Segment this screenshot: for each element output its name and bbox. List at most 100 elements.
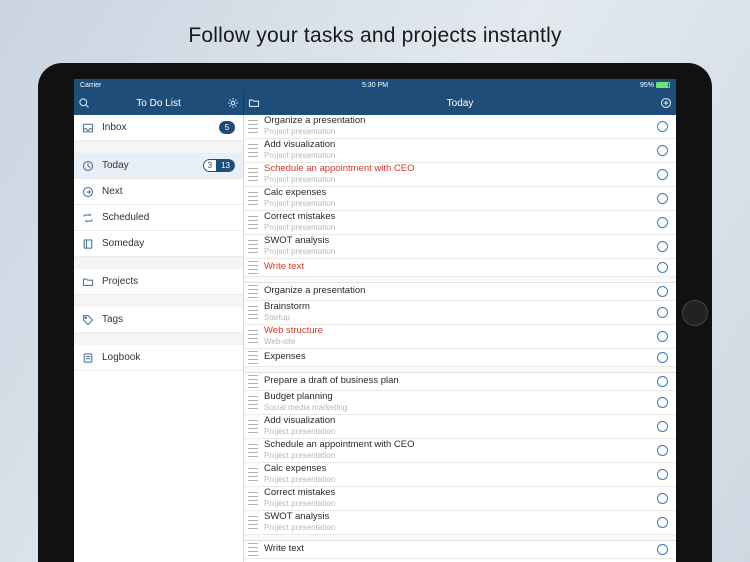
sidebar-spacer [74, 257, 243, 269]
drag-handle-icon[interactable] [248, 492, 258, 506]
complete-toggle[interactable] [657, 241, 668, 252]
drag-handle-icon[interactable] [248, 120, 258, 134]
task-title: Correct mistakes [264, 488, 657, 499]
home-button[interactable] [682, 300, 708, 326]
drag-handle-icon[interactable] [248, 516, 258, 530]
folder-icon[interactable] [244, 93, 264, 113]
status-time: 5:30 PM [362, 82, 388, 89]
drag-handle-icon[interactable] [248, 468, 258, 482]
complete-toggle[interactable] [657, 493, 668, 504]
drag-handle-icon[interactable] [248, 396, 258, 410]
search-icon[interactable] [74, 93, 94, 113]
task-row[interactable]: Calc expensesProject presentation [244, 463, 676, 487]
sidebar-item-inbox[interactable]: Inbox5 [74, 115, 243, 141]
task-row[interactable]: Web structureWeb-site [244, 325, 676, 349]
complete-toggle[interactable] [657, 352, 668, 363]
complete-toggle[interactable] [657, 445, 668, 456]
drag-handle-icon[interactable] [248, 543, 258, 557]
drag-handle-icon[interactable] [248, 216, 258, 230]
complete-toggle[interactable] [657, 331, 668, 342]
folder-icon [82, 276, 94, 288]
task-text: Write text [264, 544, 657, 555]
complete-toggle[interactable] [657, 544, 668, 555]
task-row[interactable]: Organize a presentation [244, 283, 676, 301]
drag-handle-icon[interactable] [248, 168, 258, 182]
drag-handle-icon[interactable] [248, 144, 258, 158]
status-carrier: Carrier [80, 82, 101, 89]
task-text: Organize a presentationProject presentat… [264, 116, 657, 136]
complete-toggle[interactable] [657, 121, 668, 132]
task-title: Correct mistakes [264, 212, 657, 223]
task-row[interactable]: Correct mistakesProject presentation [244, 211, 676, 235]
repeat-icon [82, 212, 94, 224]
task-row[interactable]: SWOT analysisProject presentation [244, 511, 676, 535]
drag-handle-icon[interactable] [248, 192, 258, 206]
complete-toggle[interactable] [657, 376, 668, 387]
task-subtitle: Social media marketing [264, 403, 657, 412]
drag-handle-icon[interactable] [248, 261, 258, 275]
sidebar-item-scheduled[interactable]: Scheduled [74, 205, 243, 231]
task-row[interactable]: Schedule an appointment with CEOProject … [244, 163, 676, 187]
drag-handle-icon[interactable] [248, 240, 258, 254]
task-subtitle: Project presentation [264, 427, 657, 436]
task-subtitle: Project presentation [264, 499, 657, 508]
task-title: Web structure [264, 326, 657, 337]
task-row[interactable]: Prepare a draft of business plan [244, 373, 676, 391]
drag-handle-icon[interactable] [248, 330, 258, 344]
book-icon [82, 238, 94, 250]
drag-handle-icon[interactable] [248, 306, 258, 320]
status-bar: Carrier 5:30 PM 95% [74, 79, 676, 91]
complete-toggle[interactable] [657, 262, 668, 273]
sidebar-navbar: To Do List [74, 91, 244, 115]
complete-toggle[interactable] [657, 397, 668, 408]
complete-toggle[interactable] [657, 517, 668, 528]
task-text: Budget planningSocial media marketing [264, 392, 657, 412]
task-row[interactable]: Add visualizationProject presentation [244, 415, 676, 439]
sidebar-spacer [74, 333, 243, 345]
task-row[interactable]: Write text [244, 541, 676, 559]
task-row[interactable]: SWOT analysisProject presentation [244, 235, 676, 259]
task-row[interactable]: Correct mistakesProject presentation [244, 487, 676, 511]
complete-toggle[interactable] [657, 421, 668, 432]
sidebar-item-someday[interactable]: Someday [74, 231, 243, 257]
drag-handle-icon[interactable] [248, 375, 258, 389]
sidebar-item-next[interactable]: Next [74, 179, 243, 205]
sidebar-item-today[interactable]: Today313 [74, 153, 243, 179]
sidebar-item-label: Projects [102, 276, 235, 287]
task-text: Schedule an appointment with CEOProject … [264, 440, 657, 460]
task-text: Correct mistakesProject presentation [264, 212, 657, 232]
complete-toggle[interactable] [657, 169, 668, 180]
task-title: SWOT analysis [264, 236, 657, 247]
drag-handle-icon[interactable] [248, 351, 258, 365]
task-row[interactable]: Organize a presentationProject presentat… [244, 115, 676, 139]
add-icon[interactable] [656, 93, 676, 113]
task-text: Prepare a draft of business plan [264, 376, 657, 387]
main-title: Today [447, 98, 474, 109]
complete-toggle[interactable] [657, 469, 668, 480]
complete-toggle[interactable] [657, 217, 668, 228]
complete-toggle[interactable] [657, 307, 668, 318]
log-icon [82, 352, 94, 364]
sidebar-item-projects[interactable]: Projects [74, 269, 243, 295]
drag-handle-icon[interactable] [248, 420, 258, 434]
task-list[interactable]: Organize a presentation Project presentat… [244, 115, 676, 562]
drag-handle-icon[interactable] [248, 285, 258, 299]
complete-toggle[interactable] [657, 286, 668, 297]
badge: 5 [219, 121, 235, 134]
sidebar-item-logbook[interactable]: Logbook [74, 345, 243, 371]
task-row[interactable]: BrainstormStartup [244, 301, 676, 325]
complete-toggle[interactable] [657, 145, 668, 156]
task-row[interactable]: Calc expensesProject presentation [244, 187, 676, 211]
task-row[interactable]: Write text [244, 259, 676, 277]
task-row[interactable]: Expenses [244, 349, 676, 367]
task-text: Schedule an appointment with CEOProject … [264, 164, 657, 184]
gear-icon[interactable] [223, 93, 243, 113]
sidebar-item-label: Someday [102, 238, 235, 249]
sidebar-item-tags[interactable]: Tags [74, 307, 243, 333]
task-row[interactable]: Add visualizationProject presentation [244, 139, 676, 163]
drag-handle-icon[interactable] [248, 444, 258, 458]
task-row[interactable]: Budget planningSocial media marketing [244, 391, 676, 415]
sidebar-item-label: Today [102, 160, 195, 171]
complete-toggle[interactable] [657, 193, 668, 204]
task-row[interactable]: Schedule an appointment with CEOProject … [244, 439, 676, 463]
